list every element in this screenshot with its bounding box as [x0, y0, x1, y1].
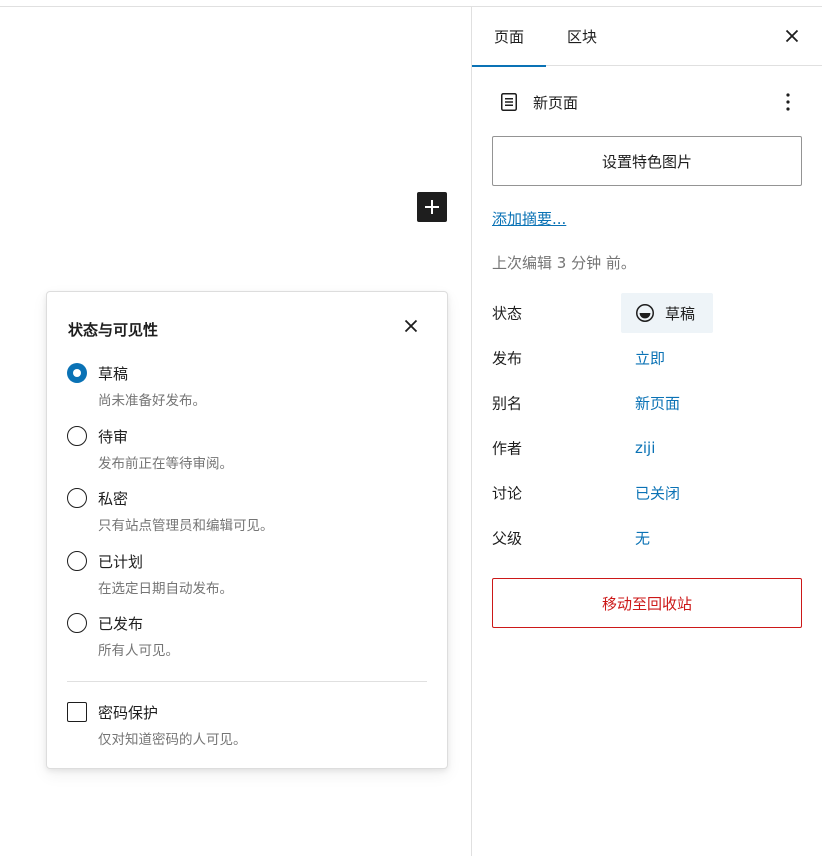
slug-button[interactable]: 新页面 [635, 393, 680, 414]
status-option-help: 尚未准备好发布。 [98, 393, 206, 409]
publish-date-button[interactable]: 立即 [635, 348, 665, 369]
status-option-label: 已计划 [98, 553, 144, 571]
set-featured-image-button[interactable]: 设置特色图片 [492, 136, 802, 186]
tab-block[interactable]: 区块 [556, 7, 608, 66]
meta-label-discussion: 讨论 [492, 484, 523, 503]
document-header: 新页面 [497, 90, 807, 114]
meta-label-status: 状态 [492, 304, 523, 323]
author-button[interactable]: ziji [635, 439, 655, 457]
close-icon [404, 319, 418, 333]
meta-row-author: 作者 ziji [492, 428, 802, 468]
draft-icon [636, 304, 654, 322]
status-option-label: 已发布 [98, 615, 144, 633]
page-icon [501, 93, 517, 111]
close-icon [785, 29, 799, 43]
status-option-help: 在选定日期自动发布。 [98, 581, 233, 597]
status-radio-scheduled[interactable] [67, 551, 87, 571]
meta-label-slug: 别名 [492, 394, 523, 413]
password-protect-label: 密码保护 [98, 704, 159, 722]
status-option-help: 只有站点管理员和编辑可见。 [98, 518, 274, 534]
status-option-label: 待审 [98, 428, 129, 446]
meta-label-parent: 父级 [492, 529, 523, 548]
meta-row-parent: 父级 无 [492, 518, 802, 558]
settings-sidebar: 页面 区块 新页面 设置特色图片 添加摘要... 上次编辑 3 分钟 前。 状态 [471, 7, 822, 856]
document-title: 新页面 [533, 94, 579, 112]
tab-page[interactable]: 页面 [472, 7, 546, 67]
popover-divider [67, 681, 427, 682]
meta-row-status: 状态 草稿 [492, 293, 802, 333]
status-radio-published[interactable] [67, 613, 87, 633]
plus-icon [425, 200, 439, 214]
status-option-label: 草稿 [98, 365, 129, 383]
discussion-button[interactable]: 已关闭 [635, 483, 680, 504]
parent-page-button[interactable]: 无 [635, 528, 650, 549]
sidebar-tabs: 页面 区块 [472, 7, 822, 67]
last-edited-text: 上次编辑 3 分钟 前。 [492, 254, 636, 272]
meta-row-slug: 别名 新页面 [492, 383, 802, 423]
popover-title: 状态与可见性 [68, 321, 159, 339]
status-option-help: 所有人可见。 [98, 643, 179, 659]
add-excerpt-link[interactable]: 添加摘要... [492, 208, 566, 229]
status-radio-private[interactable] [67, 488, 87, 508]
block-inserter-button[interactable] [417, 192, 447, 222]
meta-row-publish: 发布 立即 [492, 338, 802, 378]
more-vertical-icon [786, 93, 790, 111]
move-to-trash-button[interactable]: 移动至回收站 [492, 578, 802, 628]
document-options-button[interactable] [776, 90, 800, 114]
status-visibility-popover: 状态与可见性 草稿 尚未准备好发布。 待审 发布前正在等待审阅。 私密 只有站点… [46, 291, 448, 769]
meta-label-author: 作者 [492, 439, 523, 458]
status-option-label: 私密 [98, 490, 129, 508]
sidebar-close-button[interactable] [780, 24, 804, 48]
meta-label-publish: 发布 [492, 349, 523, 368]
status-value: 草稿 [665, 304, 696, 323]
status-radio-pending[interactable] [67, 426, 87, 446]
status-radio-draft[interactable] [67, 363, 87, 383]
status-toggle-button[interactable]: 草稿 [621, 293, 713, 333]
password-protect-checkbox[interactable] [67, 702, 87, 722]
popover-close-button[interactable] [399, 314, 423, 338]
status-option-help: 发布前正在等待审阅。 [98, 456, 233, 472]
password-protect-help: 仅对知道密码的人可见。 [98, 732, 247, 748]
meta-row-discussion: 讨论 已关闭 [492, 473, 802, 513]
